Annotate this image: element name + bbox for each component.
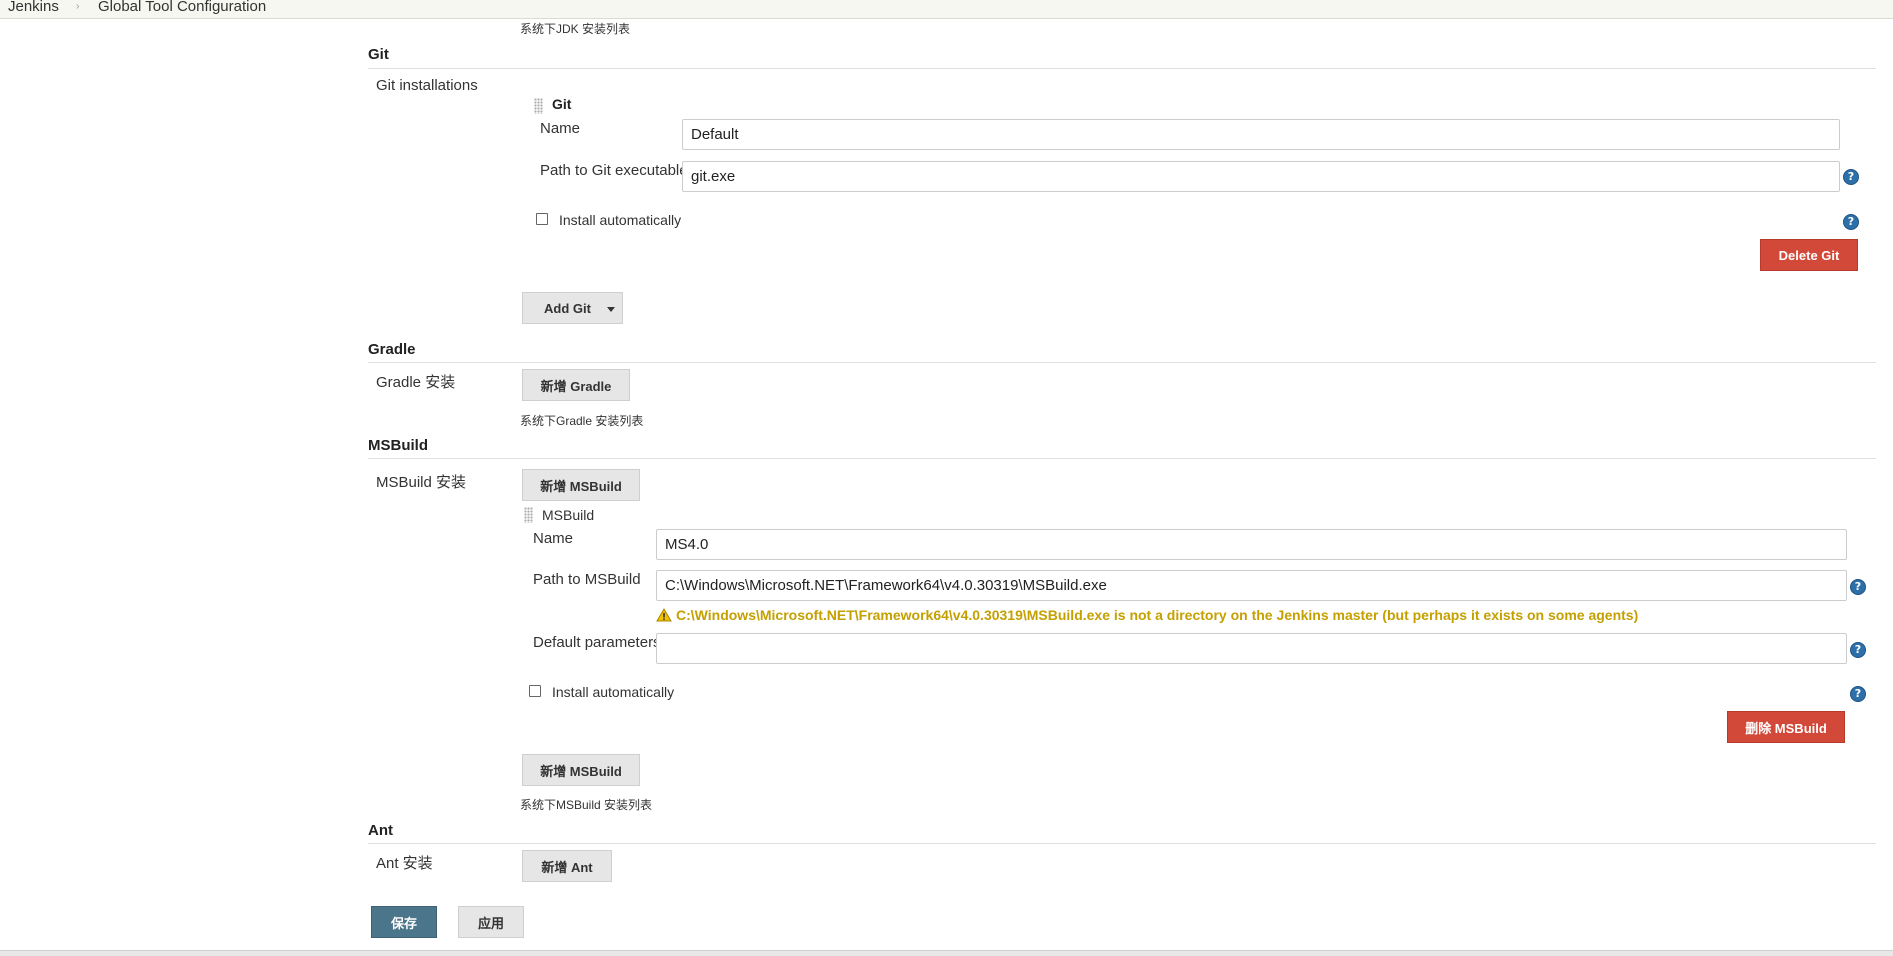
msbuild-path-warning: C:\Windows\Microsoft.NET\Framework64\v4.…	[676, 607, 1639, 623]
git-install-automatically-checkbox[interactable]	[536, 213, 548, 225]
add-msbuild-button-top[interactable]: 新增 MSBuild	[522, 469, 640, 501]
bottom-scroll-strip	[0, 950, 1893, 956]
ant-section-divider	[368, 843, 1876, 844]
add-ant-button[interactable]: 新增 Ant	[522, 850, 612, 882]
ant-installations-label: Ant 安装	[376, 855, 433, 872]
msbuild-name-input[interactable]	[656, 529, 1847, 560]
ant-section-title: Ant	[368, 822, 393, 839]
save-button[interactable]: 保存	[371, 906, 437, 938]
breadcrumb-separator: ›	[76, 1, 80, 12]
help-icon[interactable]: ?	[1843, 169, 1859, 185]
gradle-section-title: Gradle	[368, 341, 416, 358]
msbuild-name-label: Name	[533, 530, 574, 547]
msbuild-path-input[interactable]	[656, 570, 1847, 601]
gradle-installations-label: Gradle 安装	[376, 374, 456, 391]
delete-git-button[interactable]: Delete Git	[1760, 239, 1858, 271]
chevron-down-icon	[607, 307, 615, 312]
git-path-input[interactable]	[682, 161, 1840, 192]
gradle-section-divider	[368, 362, 1876, 363]
add-git-button-label: Add Git	[544, 300, 591, 316]
msbuild-install-automatically-checkbox[interactable]	[529, 685, 541, 697]
help-icon[interactable]: ?	[1850, 686, 1866, 702]
git-install-automatically-label: Install automatically	[559, 212, 682, 228]
help-icon[interactable]: ?	[1850, 579, 1866, 595]
add-gradle-button[interactable]: 新增 Gradle	[522, 369, 630, 401]
breadcrumb-jenkins[interactable]: Jenkins	[8, 0, 59, 15]
git-block-title: Git	[552, 96, 572, 112]
msbuild-installations-label: MSBuild 安装	[376, 474, 467, 491]
git-section-divider	[368, 68, 1876, 69]
msbuild-section-divider	[368, 458, 1876, 459]
git-path-label: Path to Git executable	[540, 162, 688, 179]
msbuild-block-title: MSBuild	[542, 507, 595, 523]
help-icon[interactable]: ?	[1843, 214, 1859, 230]
jdk-description: 系统下JDK 安装列表	[520, 22, 631, 36]
add-git-button[interactable]: Add Git	[522, 292, 623, 324]
help-icon[interactable]: ?	[1850, 642, 1866, 658]
git-name-label: Name	[540, 120, 581, 137]
msbuild-section-title: MSBuild	[368, 437, 428, 454]
git-installations-label: Git installations	[376, 77, 478, 94]
apply-button[interactable]: 应用	[458, 906, 524, 938]
msbuild-description: 系统下MSBuild 安装列表	[520, 798, 653, 812]
msbuild-path-label: Path to MSBuild	[533, 571, 641, 588]
breadcrumb-global-tool-configuration[interactable]: Global Tool Configuration	[98, 0, 266, 15]
msbuild-default-parameters-input[interactable]	[656, 633, 1847, 664]
drag-handle-icon[interactable]	[524, 507, 533, 523]
warning-icon	[656, 608, 672, 622]
msbuild-install-automatically-label: Install automatically	[552, 684, 675, 700]
git-name-input[interactable]	[682, 119, 1840, 150]
gradle-description: 系统下Gradle 安装列表	[520, 414, 644, 428]
breadcrumb: Jenkins › Global Tool Configuration	[0, 0, 1893, 19]
drag-handle-icon[interactable]	[534, 98, 543, 114]
git-section-title: Git	[368, 46, 389, 63]
delete-msbuild-button[interactable]: 删除 MSBuild	[1727, 711, 1845, 743]
msbuild-default-parameters-label: Default parameters	[533, 634, 661, 651]
add-msbuild-button-bottom[interactable]: 新增 MSBuild	[522, 754, 640, 786]
